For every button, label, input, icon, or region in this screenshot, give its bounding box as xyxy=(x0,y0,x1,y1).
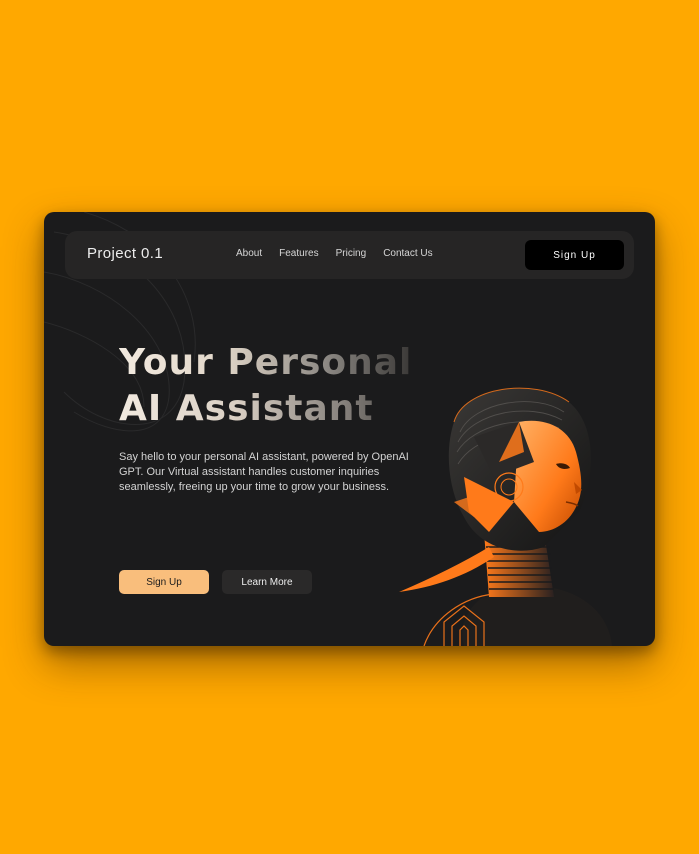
hero-title-line-2: AI Assistant xyxy=(119,386,412,432)
navbar: Project 0.1 About Features Pricing Conta… xyxy=(65,231,634,279)
nav-link-features[interactable]: Features xyxy=(279,248,318,259)
nav-links: About Features Pricing Contact Us xyxy=(236,248,433,259)
landing-page-card: Project 0.1 About Features Pricing Conta… xyxy=(44,212,655,646)
brand-logo[interactable]: Project 0.1 xyxy=(87,245,163,262)
ai-robot-illustration xyxy=(399,387,612,646)
nav-link-about[interactable]: About xyxy=(236,248,262,259)
learn-more-button[interactable]: Learn More xyxy=(222,570,312,594)
nav-signup-button[interactable]: Sign Up xyxy=(525,240,624,270)
nav-link-contact[interactable]: Contact Us xyxy=(383,248,432,259)
hero-title-line-1: Your Personal xyxy=(119,340,412,386)
hero-title: Your Personal AI Assistant xyxy=(119,340,412,432)
nav-link-pricing[interactable]: Pricing xyxy=(336,248,367,259)
signup-button[interactable]: Sign Up xyxy=(119,570,209,594)
hero-description: Say hello to your personal AI assistant,… xyxy=(119,451,409,493)
